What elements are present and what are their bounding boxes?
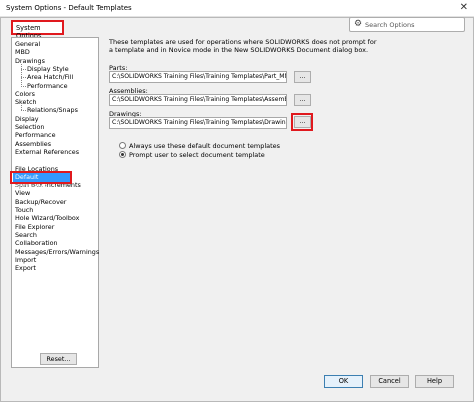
parts-path-field[interactable]: C:\SOLIDWORKS Training Files\Training Te…: [109, 71, 287, 83]
sidebar-item-drawings[interactable]: Drawings: [15, 57, 45, 65]
window-title: System Options - Default Templates: [6, 4, 132, 12]
sidebar-item-import[interactable]: Import: [15, 256, 36, 264]
sidebar-item-selection[interactable]: Selection: [15, 123, 44, 131]
sidebar-item-colors[interactable]: Colors: [15, 90, 35, 98]
sidebar-item-touch[interactable]: Touch: [15, 206, 33, 214]
sidebar-item-mbd[interactable]: MBD: [15, 48, 30, 56]
sidebar-item-search[interactable]: Search: [15, 231, 37, 239]
radio-prompt-user[interactable]: [119, 151, 126, 158]
reset-button[interactable]: Reset...: [40, 353, 77, 365]
search-options-input[interactable]: ⚙ Search Options: [349, 17, 465, 32]
sidebar-item-file-explorer[interactable]: File Explorer: [15, 223, 54, 231]
sidebar-item-display-style[interactable]: Display Style: [27, 65, 69, 73]
radio-always-use-label: Always use these default document templa…: [129, 142, 281, 150]
sidebar-item-relations-snaps[interactable]: Relations/Snaps: [27, 106, 78, 114]
sidebar-item-hole-wizard-toolbox[interactable]: Hole Wizard/Toolbox: [15, 214, 79, 222]
sidebar-item-performance[interactable]: Performance: [27, 82, 68, 90]
tree-connector: [21, 63, 22, 86]
tree-connector: [21, 110, 26, 112]
search-placeholder: Search Options: [365, 21, 415, 29]
ok-button[interactable]: OK: [324, 375, 363, 388]
sidebar-item-export[interactable]: Export: [15, 264, 36, 272]
tab-system-options[interactable]: System Options: [11, 20, 64, 40]
tree-connector: [21, 85, 26, 87]
sidebar-item-external-references[interactable]: External References: [15, 148, 79, 156]
sidebar-item-general[interactable]: General: [15, 40, 40, 48]
drawings-browse-button[interactable]: ...: [294, 116, 311, 128]
radio-prompt-user-label: Prompt user to select document template: [129, 151, 265, 159]
sidebar-item-assemblies[interactable]: Assemblies: [15, 140, 51, 148]
close-icon[interactable]: ✕: [460, 2, 468, 13]
title-bar: System Options - Default Templates ✕: [0, 0, 474, 17]
sidebar-item-area-hatch-fill[interactable]: Area Hatch/Fill: [27, 73, 73, 81]
help-button[interactable]: Help: [415, 375, 454, 388]
parts-browse-button[interactable]: ...: [294, 71, 311, 83]
tree-connector: [21, 105, 22, 111]
sidebar-item-sketch[interactable]: Sketch: [15, 98, 37, 106]
gear-icon: ⚙: [354, 19, 363, 29]
radio-always-use[interactable]: [119, 142, 126, 149]
sidebar-item-backup-recover[interactable]: Backup/Recover: [15, 198, 66, 206]
sidebar-item-performance[interactable]: Performance: [15, 131, 56, 139]
assemblies-browse-button[interactable]: ...: [294, 94, 311, 106]
sidebar-item-collaboration[interactable]: Collaboration: [15, 239, 58, 247]
assemblies-path-field[interactable]: C:\SOLIDWORKS Training Files\Training Te…: [109, 94, 287, 106]
options-tree: General MBD Drawings Display Style Area Hatc…: [11, 37, 99, 368]
sidebar-item-display[interactable]: Display: [15, 115, 39, 123]
description-text: These templates are used for operations …: [109, 38, 377, 54]
selection-callout: [10, 171, 72, 184]
sidebar-item-messages-errors-warnings[interactable]: Messages/Errors/Warnings: [15, 248, 99, 256]
drawings-path-field[interactable]: C:\SOLIDWORKS Training Files\Training Te…: [109, 117, 287, 129]
cancel-button[interactable]: Cancel: [370, 375, 409, 388]
